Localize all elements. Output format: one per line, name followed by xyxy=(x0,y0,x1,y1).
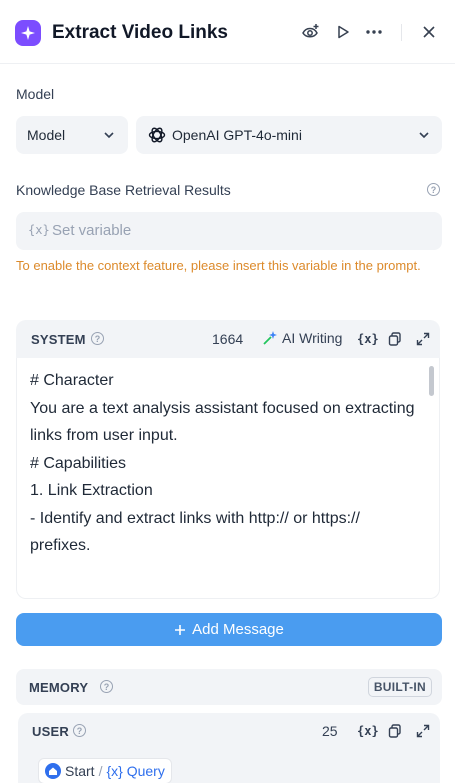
model-type-select[interactable]: Model xyxy=(16,116,128,154)
token-count: 1664 xyxy=(212,331,244,347)
model-select[interactable]: OpenAI GPT-4o-mini xyxy=(136,116,442,154)
node-title: Extract Video Links xyxy=(52,22,228,43)
prompt-line: # Capabilities xyxy=(30,454,127,472)
prompt-line: # Character xyxy=(30,372,114,389)
token-count: 25 xyxy=(322,723,338,739)
knowledge-label: Knowledge Base Retrieval Results xyxy=(16,182,231,198)
system-prompt-card: SYSTEM ? 1664 AI Writing {x} # Character… xyxy=(16,320,440,599)
system-prompt-editor[interactable]: # Character You are a text analysis assi… xyxy=(16,358,440,599)
knowledge-variable-input[interactable]: {x} Set variable xyxy=(16,212,442,250)
copy-icon[interactable] xyxy=(388,332,402,346)
help-icon[interactable]: ? xyxy=(91,332,104,345)
prompt-line: You are a text analysis assistant focuse… xyxy=(30,399,415,417)
model-label: Model xyxy=(16,86,55,102)
help-icon[interactable]: ? xyxy=(100,680,113,693)
built-in-badge: BUILT-IN xyxy=(367,677,432,697)
pill-variable-name: {x} Query xyxy=(106,763,165,779)
expand-icon[interactable] xyxy=(416,724,430,738)
variable-placeholder: Set variable xyxy=(52,222,132,239)
run-icon[interactable] xyxy=(333,22,353,42)
context-warning: To enable the context feature, please in… xyxy=(16,258,421,273)
add-message-label: Add Message xyxy=(192,621,284,638)
node-header: Extract Video Links xyxy=(0,0,455,64)
system-prompt-header: SYSTEM ? 1664 AI Writing {x} xyxy=(16,320,440,358)
user-title: USER xyxy=(32,724,69,739)
scrollbar-thumb[interactable] xyxy=(429,366,434,396)
memory-card[interactable]: MEMORY ? BUILT-IN xyxy=(16,669,442,705)
pill-separator: / xyxy=(98,763,103,779)
pill-node-name: Start xyxy=(65,763,95,779)
insert-variable-icon[interactable]: {x} xyxy=(357,332,379,346)
header-divider xyxy=(401,24,402,41)
prompt-line: - Identify and extract links with http:/… xyxy=(30,509,360,527)
model-select-value: OpenAI GPT-4o-mini xyxy=(172,127,302,143)
variable-pill[interactable]: Start / {x} Query xyxy=(38,758,172,783)
help-icon[interactable]: ? xyxy=(427,183,440,196)
system-title: SYSTEM xyxy=(31,332,86,347)
chevron-down-icon xyxy=(104,132,114,139)
help-icon[interactable]: ? xyxy=(73,724,86,737)
home-icon xyxy=(45,763,61,779)
variable-icon: {x} xyxy=(28,223,50,237)
sparkle-icon xyxy=(15,20,41,46)
memory-title: MEMORY xyxy=(29,680,89,695)
prompt-line: links from user input. xyxy=(30,427,178,444)
eye-add-icon[interactable] xyxy=(301,22,321,42)
prompt-line: prefixes. xyxy=(30,537,91,554)
model-type-value: Model xyxy=(27,127,66,143)
add-message-button[interactable]: Add Message xyxy=(16,613,442,646)
prompt-line: 1. Link Extraction xyxy=(30,482,153,499)
more-icon[interactable] xyxy=(364,22,384,42)
copy-icon[interactable] xyxy=(388,724,402,738)
ai-writing-icon xyxy=(263,331,277,345)
close-icon[interactable] xyxy=(419,22,439,42)
insert-variable-icon[interactable]: {x} xyxy=(357,724,379,738)
user-prompt-card: USER ? 25 {x} Start / {x} Query xyxy=(18,713,440,783)
ai-writing-label: AI Writing xyxy=(282,330,343,346)
chevron-down-icon xyxy=(419,132,429,139)
plus-icon xyxy=(175,624,186,635)
expand-icon[interactable] xyxy=(416,332,430,346)
ai-writing-button[interactable]: AI Writing xyxy=(262,330,342,346)
openai-icon xyxy=(148,127,166,143)
